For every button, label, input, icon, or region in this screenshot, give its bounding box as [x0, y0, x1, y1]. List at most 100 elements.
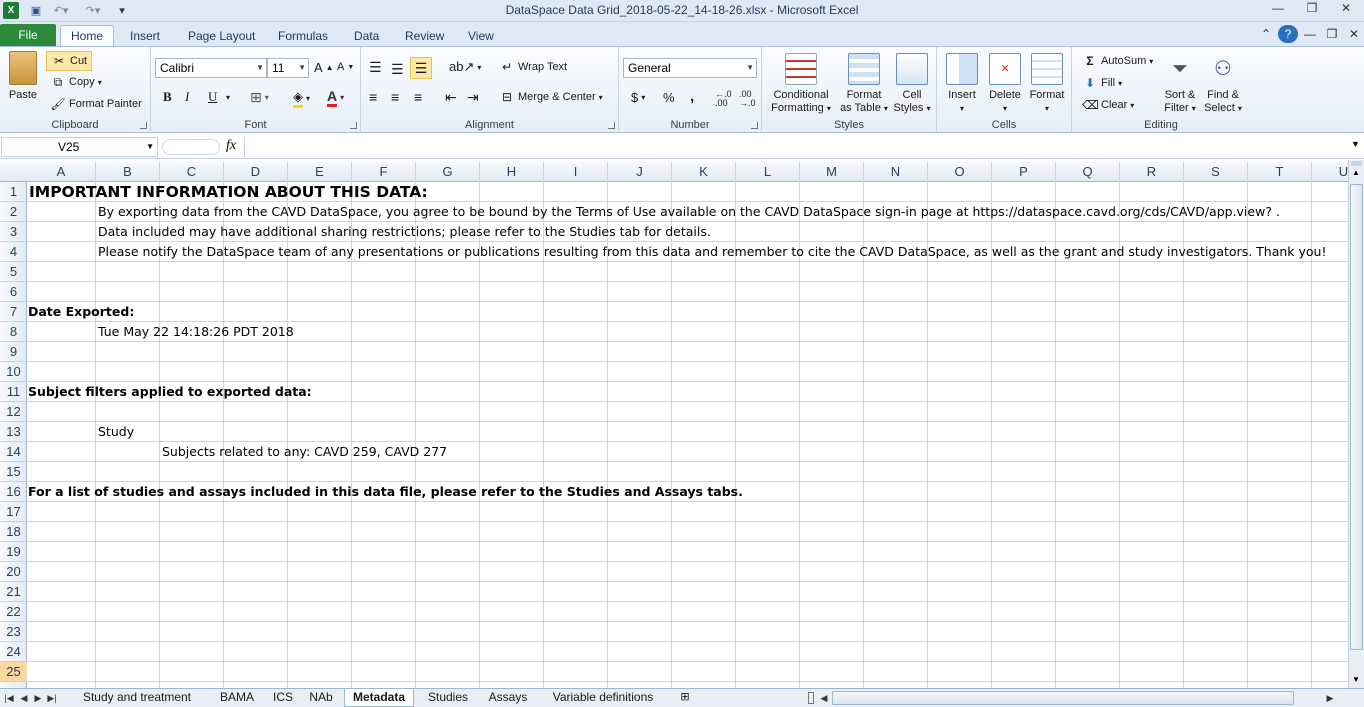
worksheet-grid[interactable]: IMPORTANT INFORMATION ABOUT THIS DATA: B… — [27, 182, 1348, 688]
comma-button[interactable]: , — [690, 88, 694, 105]
cell-B2[interactable]: By exporting data from the CAVD DataSpac… — [98, 202, 1280, 222]
grow-font-button[interactable]: A ▲ — [314, 60, 334, 75]
dialog-launcher-icon[interactable] — [608, 122, 615, 129]
decrease-decimal-button[interactable]: .00 →.0 — [739, 90, 759, 108]
tab-view[interactable]: View — [458, 25, 504, 47]
first-sheet-icon[interactable]: |◀ — [3, 690, 15, 706]
expand-formula-bar-icon[interactable]: ▼ — [1351, 139, 1360, 149]
column-header-a[interactable]: A — [27, 162, 96, 182]
tab-data[interactable]: Data — [344, 25, 389, 47]
restore-icon[interactable]: ❐ — [1298, 1, 1326, 19]
column-header-c[interactable]: C — [160, 162, 224, 182]
column-header-n[interactable]: N — [864, 162, 928, 182]
dialog-launcher-icon[interactable] — [140, 122, 147, 129]
clear-button[interactable]: ⌫ Clear ▾ — [1082, 97, 1134, 113]
row-header-15[interactable]: 15 — [0, 462, 27, 482]
formula-input[interactable] — [244, 137, 1348, 157]
vertical-scrollbar[interactable]: ▲ ▼ — [1348, 160, 1364, 688]
column-header-i[interactable]: I — [544, 162, 608, 182]
number-format-select[interactable]: General ▼ — [623, 58, 757, 78]
row-header-12[interactable]: 12 — [0, 402, 27, 422]
tab-formulas[interactable]: Formulas — [268, 25, 338, 47]
cell-A11[interactable]: Subject filters applied to exported data… — [28, 382, 312, 402]
scroll-down-icon[interactable]: ▼ — [1352, 675, 1360, 684]
align-middle-icon[interactable]: ☰ — [391, 61, 404, 78]
row-header-18[interactable]: 18 — [0, 522, 27, 542]
underline-dropdown-icon[interactable]: ▾ — [226, 93, 230, 102]
column-header-l[interactable]: L — [736, 162, 800, 182]
sort-filter-button[interactable]: ⏷ Sort & Filter ▾ — [1160, 53, 1200, 115]
row-header-25[interactable]: 25 — [0, 662, 27, 682]
tab-split-handle[interactable] — [808, 692, 814, 704]
find-select-button[interactable]: ⚇ Find & Select ▾ — [1202, 53, 1244, 115]
row-header-10[interactable]: 10 — [0, 362, 27, 382]
scroll-right-icon[interactable]: ▶ — [1324, 690, 1336, 706]
sheet-tab-study-and-treatment[interactable]: Study and treatment — [68, 689, 206, 707]
row-header-22[interactable]: 22 — [0, 602, 27, 622]
align-left-icon[interactable]: ≡ — [369, 89, 377, 105]
row-header-14[interactable]: 14 — [0, 442, 27, 462]
conditional-formatting-button[interactable]: Conditional Formatting ▾ — [768, 53, 834, 115]
column-header-q[interactable]: Q — [1056, 162, 1120, 182]
prev-sheet-icon[interactable]: ◀ — [18, 690, 30, 706]
column-header-k[interactable]: K — [672, 162, 736, 182]
percent-button[interactable]: % — [663, 90, 675, 105]
workbook-restore-icon[interactable]: ❐ — [1322, 27, 1342, 45]
borders-icon[interactable]: ⊞ ▾ — [250, 89, 269, 106]
decrease-indent-icon[interactable]: ⇤ — [445, 89, 457, 106]
minimize-ribbon-icon[interactable]: ⌃ — [1256, 27, 1276, 45]
split-box[interactable] — [1351, 161, 1362, 166]
row-header-2[interactable]: 2 — [0, 202, 27, 222]
tab-review[interactable]: Review — [395, 25, 454, 47]
column-header-e[interactable]: E — [288, 162, 352, 182]
column-header-g[interactable]: G — [416, 162, 480, 182]
column-header-o[interactable]: O — [928, 162, 992, 182]
scroll-thumb[interactable] — [1350, 184, 1363, 650]
sheet-tab-studies[interactable]: Studies — [420, 689, 476, 707]
row-header-16[interactable]: 16 — [0, 482, 27, 502]
autosum-button[interactable]: Σ AutoSum ▾ — [1082, 53, 1153, 69]
column-header-f[interactable]: F — [352, 162, 416, 182]
row-header-7[interactable]: 7 — [0, 302, 27, 322]
align-right-icon[interactable]: ≡ — [414, 89, 422, 105]
merge-center-button[interactable]: ⊟ Merge & Center ▾ — [499, 89, 603, 105]
cell-A7[interactable]: Date Exported: — [28, 302, 134, 322]
cell-C14[interactable]: Subjects related to any: CAVD 259, CAVD … — [162, 442, 447, 462]
bold-button[interactable]: B — [163, 89, 172, 105]
row-header-17[interactable]: 17 — [0, 502, 27, 522]
cell-B3[interactable]: Data included may have additional sharin… — [98, 222, 711, 242]
tab-home[interactable]: Home — [60, 25, 115, 47]
sheet-tab-assays[interactable]: Assays — [482, 689, 534, 707]
tab-file[interactable]: File — [0, 24, 56, 47]
tab-insert[interactable]: Insert — [120, 25, 170, 47]
workbook-minimize-icon[interactable]: — — [1300, 27, 1320, 45]
align-top-icon[interactable]: ☰ — [369, 59, 382, 76]
italic-button[interactable]: I — [185, 89, 189, 105]
last-sheet-icon[interactable]: ▶| — [46, 690, 58, 706]
row-header-1[interactable]: 1 — [0, 182, 27, 202]
align-center-icon[interactable]: ≡ — [391, 89, 399, 105]
row-header-19[interactable]: 19 — [0, 542, 27, 562]
close-icon[interactable]: ✕ — [1332, 1, 1360, 19]
scroll-left-icon[interactable]: ◀ — [818, 690, 830, 706]
cell-B13[interactable]: Study — [98, 422, 134, 442]
cell-B4[interactable]: Please notify the DataSpace team of any … — [98, 242, 1327, 262]
row-header-20[interactable]: 20 — [0, 562, 27, 582]
sheet-tab-ics[interactable]: ICS — [266, 689, 300, 707]
column-header-s[interactable]: S — [1184, 162, 1248, 182]
column-header-r[interactable]: R — [1120, 162, 1184, 182]
fill-button[interactable]: ⬇ Fill ▾ — [1082, 75, 1122, 91]
format-as-table-button[interactable]: Format as Table ▾ — [838, 53, 890, 115]
row-header-23[interactable]: 23 — [0, 622, 27, 642]
column-header-p[interactable]: P — [992, 162, 1056, 182]
sheet-tab-metadata[interactable]: Metadata — [344, 689, 414, 707]
row-header-5[interactable]: 5 — [0, 262, 27, 282]
font-size-select[interactable]: 11 ▼ — [267, 58, 309, 78]
next-sheet-icon[interactable]: ▶ — [32, 690, 44, 706]
fill-color-icon[interactable]: ◈ ▾ — [293, 89, 310, 108]
increase-indent-icon[interactable]: ⇥ — [467, 89, 479, 106]
font-name-select[interactable]: Calibri ▼ — [155, 58, 267, 78]
horizontal-scrollbar[interactable] — [832, 691, 1294, 705]
underline-button[interactable]: U — [208, 89, 217, 105]
sheet-tab-nab[interactable]: NAb — [304, 689, 338, 707]
